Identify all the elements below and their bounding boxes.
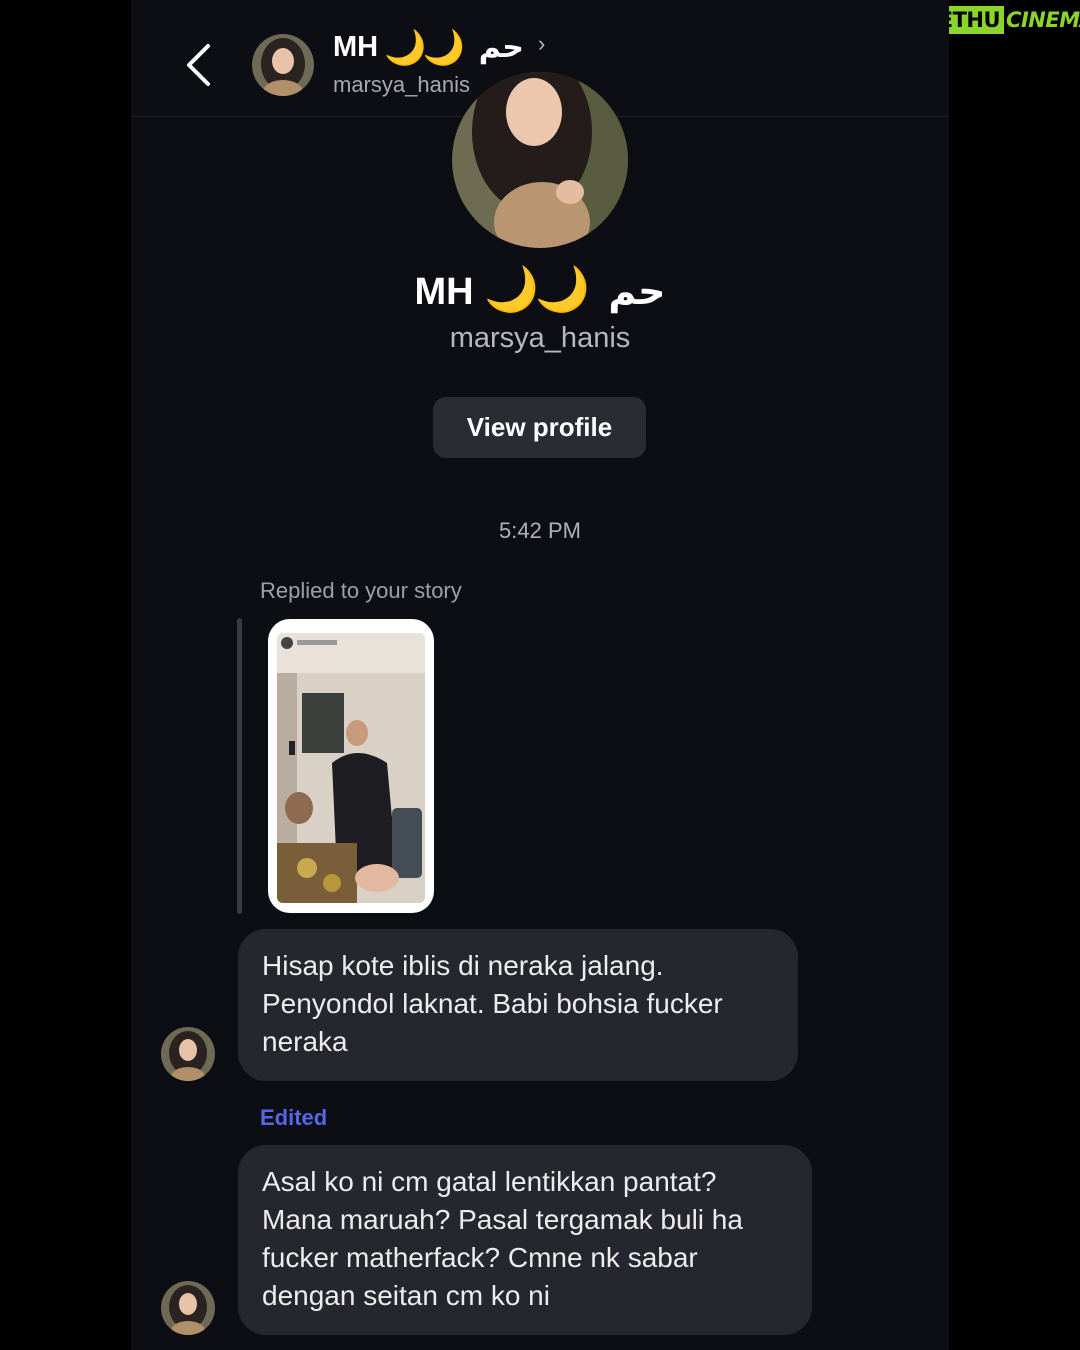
header-username: marsya_hanis: [333, 72, 470, 97]
dm-screen: MH 🌙🌙 حم › marsya_hanis MH 🌙🌙 حم marsya_…: [131, 0, 949, 1350]
chevron-right-icon: ›: [537, 30, 546, 56]
profile-name-text: MH: [414, 271, 474, 313]
header-display-name[interactable]: MH 🌙🌙 حم ›: [333, 30, 545, 65]
reply-context-label: Replied to your story: [260, 578, 462, 603]
message-text: Asal ko ni cm gatal lentikkan pantat? Ma…: [262, 1166, 743, 1311]
watermark-part2: CINEMA: [1006, 8, 1080, 32]
header-name-text: MH: [333, 31, 379, 63]
profile-avatar[interactable]: [452, 72, 628, 248]
chevron-left-icon: [187, 44, 210, 86]
profile-username: marsya_hanis: [449, 322, 631, 354]
header-avatar[interactable]: [252, 34, 314, 96]
message-timestamp: 5:42 PM: [499, 518, 581, 543]
profile-display-name: MH 🌙🌙 حم: [131, 268, 949, 314]
message-bubble[interactable]: Hisap kote iblis di neraka jalang. Penyo…: [238, 929, 798, 1081]
story-thumbnail[interactable]: [268, 619, 434, 913]
edited-label: Edited: [260, 1105, 328, 1130]
view-profile-button[interactable]: View profile: [433, 397, 646, 458]
message-text: Hisap kote iblis di neraka jalang. Penyo…: [262, 950, 723, 1057]
back-button[interactable]: [181, 40, 221, 90]
sender-avatar[interactable]: [161, 1281, 215, 1335]
message-bubble[interactable]: Asal ko ni cm gatal lentikkan pantat? Ma…: [238, 1145, 812, 1335]
sender-avatar[interactable]: [161, 1027, 215, 1081]
reply-indicator-bar: [237, 618, 242, 914]
moon-emoji: 🌙🌙: [484, 265, 590, 314]
profile-arabic-text: حم: [608, 269, 666, 313]
header-arabic-text: حم: [478, 30, 524, 65]
moon-emoji: 🌙🌙: [384, 28, 465, 67]
